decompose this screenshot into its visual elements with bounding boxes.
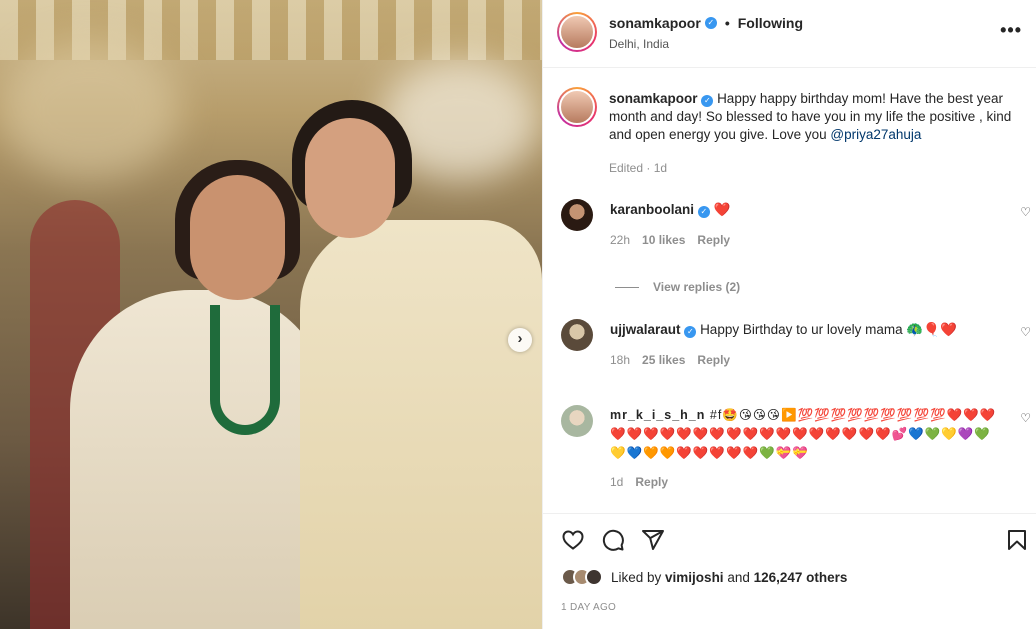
comment-time: 18h [610,353,631,367]
post-photo[interactable]: › [0,0,542,629]
comment-username[interactable]: mr_k_i_s_h_n [610,408,705,422]
comment-likes[interactable]: 25 likes [642,353,685,367]
comment-like-icon[interactable]: ♡ [1020,411,1031,425]
liker-avatar [585,568,603,586]
comment-meta: 22h 10 likes Reply [610,233,730,247]
post-actions: Liked by vimijoshi and 126,247 others 1 … [543,513,1036,629]
comment-meta: 18h 25 likes Reply [610,353,730,367]
others-likes-link[interactable]: 126,247 others [754,570,848,585]
caption-mention[interactable]: @priya27ahuja [830,127,921,142]
caption-meta: Edited · 1d [609,161,668,175]
replies-divider [615,286,639,288]
post-date[interactable]: 1 DAY AGO [561,602,616,613]
comment-time: 1d [610,475,624,489]
verified-badge-icon: ✓ [701,95,714,107]
first-liker-link[interactable]: vimijoshi [665,570,724,585]
post-details-panel: sonamkapoor ✓ • Following Delhi, India •… [542,0,1036,629]
comment-like-icon[interactable]: ♡ [1020,205,1031,219]
comment-like-icon[interactable]: ♡ [1020,325,1031,339]
comment-avatar[interactable] [561,405,593,437]
more-horizontal-icon[interactable]: ••• [1000,20,1022,41]
verified-badge-icon: ✓ [697,206,710,218]
reply-button[interactable]: Reply [697,233,730,247]
separator: • [724,15,730,31]
comments-section[interactable]: sonamkapoor ✓ Happy happy birthday mom! … [543,69,1036,513]
comment-username[interactable]: karanboolani [610,202,694,217]
view-replies-button[interactable]: View replies (2) [615,280,740,294]
author-username[interactable]: sonamkapoor [609,15,701,31]
view-replies-label: View replies (2) [653,280,741,294]
caption-avatar[interactable] [557,87,597,127]
caption-text-block: sonamkapoor ✓ Happy happy birthday mom! … [609,90,1029,144]
author-line: sonamkapoor ✓ • Following [609,15,803,31]
comment-avatar[interactable] [561,199,593,231]
liked-by: Liked by vimijoshi and 126,247 others [561,568,847,586]
comment-likes[interactable]: 10 likes [642,233,685,247]
caption-username[interactable]: sonamkapoor [609,91,698,106]
comment-username[interactable]: ujjwalaraut [610,322,681,337]
reply-button[interactable]: Reply [697,353,730,367]
liked-by-text: Liked by vimijoshi and 126,247 others [611,570,847,585]
following-button[interactable]: Following [738,15,803,31]
photo-face [190,175,285,300]
comment-meta: 1d Reply [610,475,668,489]
comment-avatar[interactable] [561,319,593,351]
comment-body: mr_k_i_s_h_n #f🤩😘😘😘▶️💯💯💯💯💯💯💯💯💯❤️❤️❤️❤️❤️… [610,406,1002,463]
verified-badge-icon: ✓ [684,326,697,338]
photo-face [305,118,395,238]
next-photo-button[interactable]: › [508,328,532,352]
comment-body: ujjwalaraut ✓ Happy Birthday to ur lovel… [610,320,1002,339]
post-header: sonamkapoor ✓ • Following Delhi, India •… [543,0,1036,68]
photo-necklace [210,305,280,435]
post-location[interactable]: Delhi, India [609,37,669,51]
reply-button[interactable]: Reply [635,475,668,489]
photo-light [0,40,180,180]
comment-time: 22h [610,233,631,247]
comment-bubble-icon[interactable] [601,528,625,552]
photo-person-daughter [300,220,542,629]
liked-by-prefix: Liked by [611,569,666,585]
comment-text: Happy Birthday to ur lovely mama 🦚🎈❤️ [700,322,957,337]
paper-plane-icon[interactable] [641,528,665,552]
bookmark-icon[interactable] [1005,528,1029,552]
heart-outline-icon[interactable] [561,528,585,552]
photo-person-mother [70,290,330,629]
liked-by-and: and [723,569,754,585]
author-avatar[interactable] [557,12,597,52]
comment-text: ❤️ [713,202,731,217]
comment-body: karanboolani ✓ ❤️ [610,200,1002,219]
verified-badge-icon: ✓ [704,17,717,29]
